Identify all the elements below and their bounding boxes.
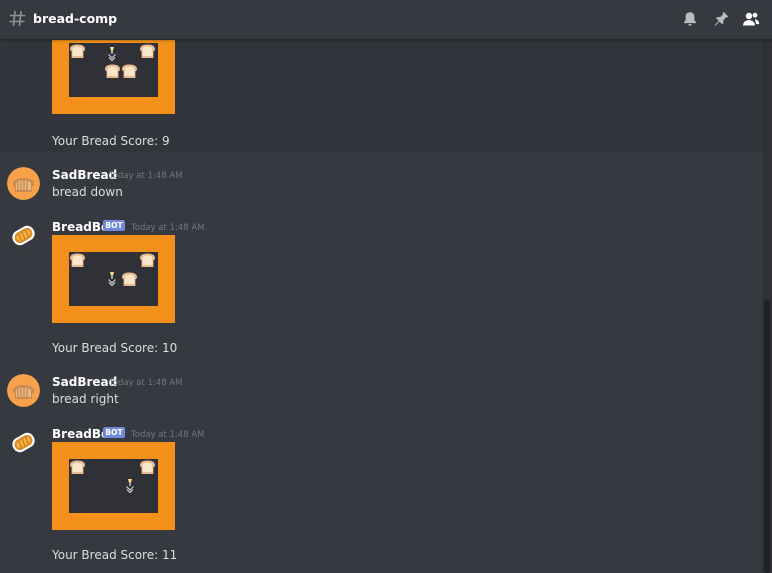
bread-avatar-icon [7,167,40,200]
breadboi-avatar[interactable] [7,219,40,252]
bread-game-grid [52,442,175,530]
channel-name: bread-comp [33,11,118,26]
breadboi-avatar[interactable] [7,426,40,459]
bread-slice-icon [122,64,137,78]
bread-slice-icon [122,272,137,286]
discord-window: bread-comp Your Bread Score: 9 SadBread … [0,0,772,573]
bread-game-grid [52,40,175,114]
bread-score-text: Your Bread Score: 9 [52,134,170,148]
message-timestamp: Today at 1:48 AM [131,223,205,233]
bread-score-text: Your Bread Score: 11 [52,548,178,562]
bread-slice-icon [70,44,85,58]
scrollbar-thumb[interactable] [764,300,770,573]
bread-slice-icon [140,253,155,267]
message-timestamp: Today at 1:48 AM [109,378,183,388]
bell-icon[interactable] [681,10,699,28]
channel-header: bread-comp [0,0,772,40]
toast-avatar-icon [7,219,40,252]
bread-slice-icon [70,460,85,474]
hash-icon [9,10,26,27]
message-timestamp: Today at 1:48 AM [131,430,205,440]
toast-avatar-icon [7,426,40,459]
message-author[interactable]: SadBread [52,374,117,390]
bread-slice-icon [140,460,155,474]
pin-icon[interactable] [712,10,730,28]
bread-slice-icon [140,44,155,58]
message-text: bread down [52,185,123,199]
bot-tag: BOT [103,427,125,438]
bread-slice-icon [105,64,120,78]
sadbread-avatar[interactable] [7,374,40,407]
bot-tag: BOT [103,220,125,231]
sadbread-avatar[interactable] [7,167,40,200]
members-icon[interactable] [742,10,760,28]
bread-slice-icon [70,253,85,267]
message-author[interactable]: SadBread [52,167,117,183]
bread-avatar-icon [7,374,40,407]
message-text: bread right [52,392,119,406]
bread-score-text: Your Bread Score: 10 [52,341,178,355]
message-timestamp: Today at 1:48 AM [109,171,183,181]
message-list[interactable]: Your Bread Score: 9 SadBread Today at 1:… [0,40,762,573]
bread-game-grid [52,235,175,323]
